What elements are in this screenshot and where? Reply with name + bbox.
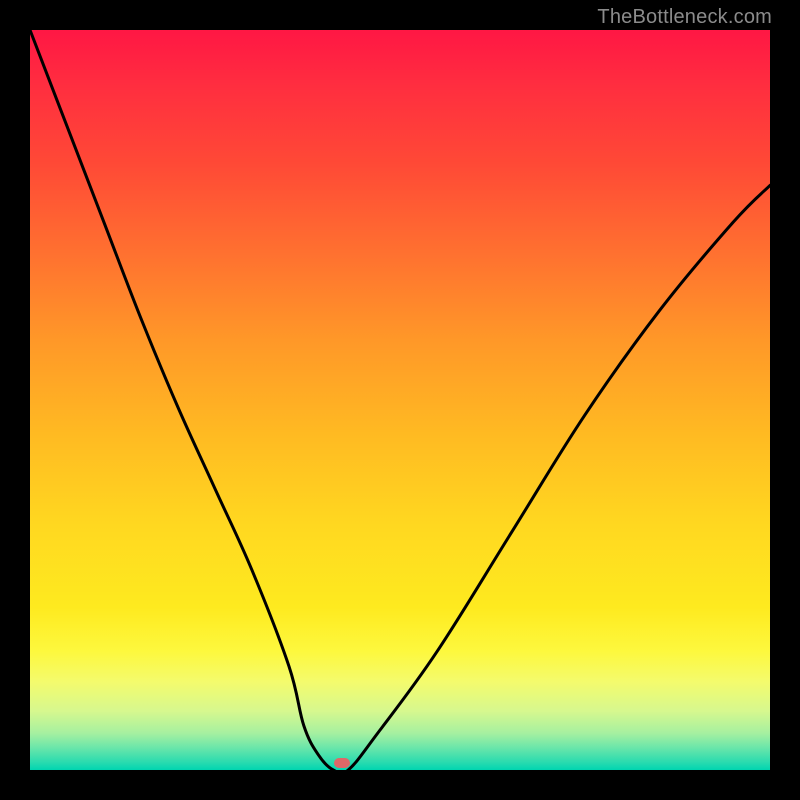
watermark-text: TheBottleneck.com (597, 6, 772, 29)
plot-area (30, 30, 770, 770)
bottleneck-curve (30, 30, 770, 770)
optimal-point-marker (334, 758, 350, 768)
chart-container: TheBottleneck.com (0, 0, 800, 800)
